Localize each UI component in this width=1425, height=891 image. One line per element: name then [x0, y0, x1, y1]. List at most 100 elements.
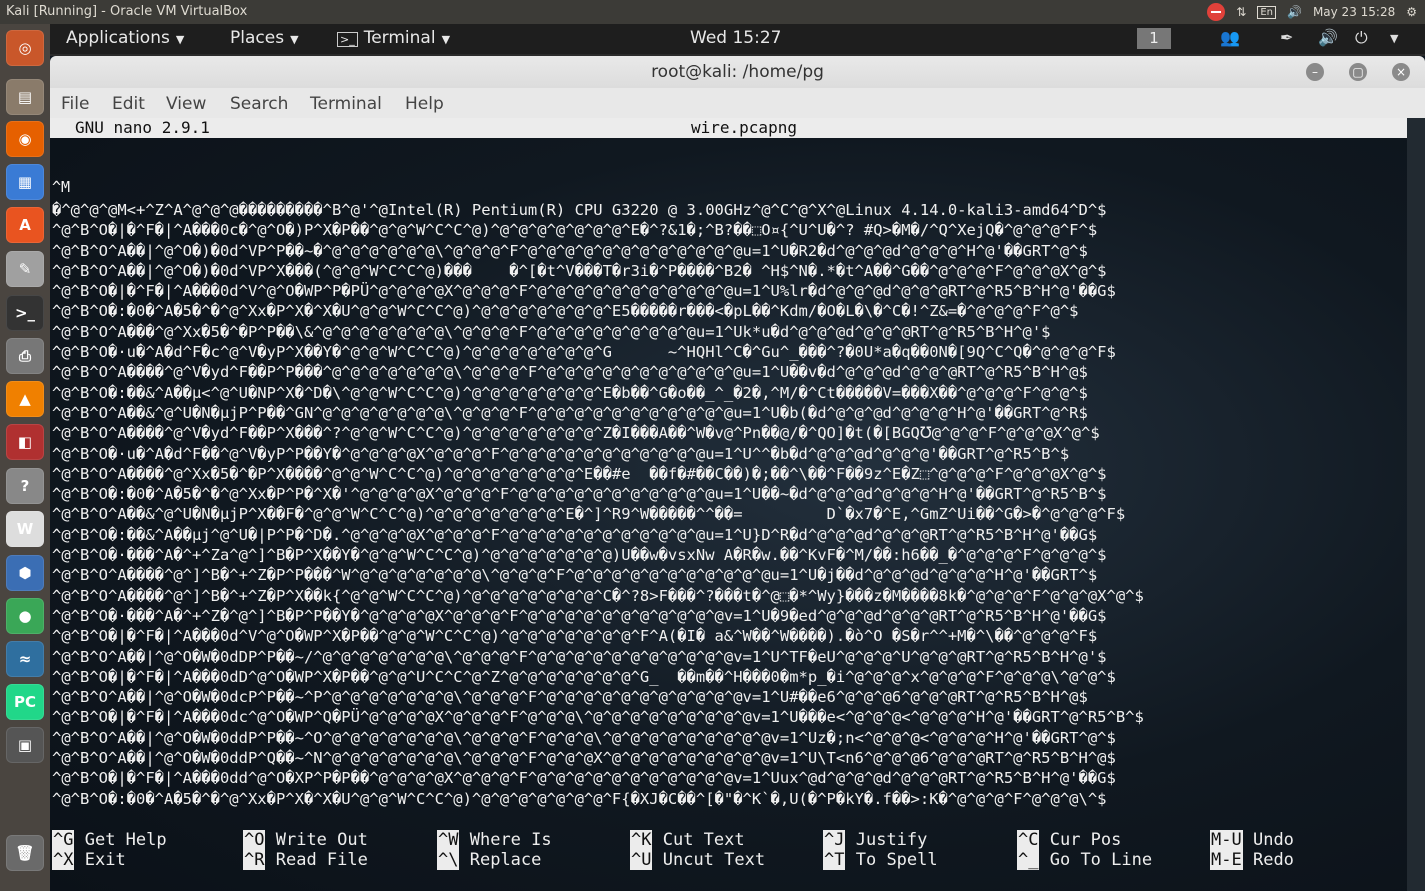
- nano-shortcut[interactable]: ^C Cur Pos: [1017, 830, 1121, 850]
- system-monitor-icon[interactable]: ≈: [6, 641, 44, 677]
- shortcut-key: ^J: [823, 830, 846, 850]
- shortcut-key: ^W: [437, 830, 460, 850]
- shortcut-key: ^\: [437, 850, 460, 870]
- terminal-app-menu[interactable]: >_ Terminal ▼: [337, 28, 450, 48]
- shortcut-key: ^X: [52, 850, 75, 870]
- file-line: ^@^B^O�:��&^A��µ<^@^U�NP^X�^D�\^@^@^W^C^…: [52, 383, 1088, 402]
- menu-file[interactable]: File: [61, 94, 89, 114]
- nano-shortcut[interactable]: ^\ Replace: [437, 850, 541, 870]
- writer-icon[interactable]: W: [6, 511, 44, 547]
- menu-edit[interactable]: Edit: [112, 94, 145, 114]
- host-tray: ⇅ En 🔊 May 23 15:28 ⚙: [1207, 0, 1425, 24]
- host-title-bar: Kali [Running] - Oracle VM VirtualBox ⇅ …: [0, 0, 1425, 24]
- volume-icon[interactable]: 🔊: [1318, 28, 1338, 47]
- gear-icon[interactable]: ⚙: [1406, 5, 1417, 19]
- file-line: ^@^B^O^A����^@^V�yd^F��P^X���^?^@^@^W^C^…: [52, 424, 1100, 443]
- file-line: ^@^B^O�|�^F�|^A���0d^V^@^O�WP^X�P��^@^@^…: [52, 627, 1098, 646]
- trash-icon[interactable]: 🗑: [6, 835, 44, 871]
- shortcut-label: Read File: [275, 850, 368, 870]
- chevron-down-icon: ▼: [290, 33, 299, 46]
- applications-menu[interactable]: Applications ▼: [66, 28, 184, 48]
- shortcut-label: Undo: [1252, 830, 1294, 850]
- file-line: ^@^B^O^A��|^@^O�)�0d^VP^P��~�^@^@^@^@^@^…: [52, 241, 1088, 260]
- nano-shortcut[interactable]: ^X Exit: [52, 850, 126, 870]
- menu-search[interactable]: Search: [230, 94, 288, 114]
- pycharm-icon[interactable]: PC: [6, 684, 44, 720]
- chevron-down-icon[interactable]: ▼: [1390, 32, 1398, 45]
- file-line: ^@^B^O�|�^F�|^A���0dD^@^O�WP^X�P��^@^@^U…: [52, 667, 1116, 686]
- close-button[interactable]: ×: [1392, 63, 1410, 81]
- power-icon[interactable]: ⏻: [1355, 28, 1368, 48]
- volume-icon[interactable]: 🔊: [1287, 5, 1302, 19]
- host-window-title: Kali [Running] - Oracle VM VirtualBox: [6, 4, 248, 19]
- file-line: ^@^B^O^A����^@^V�yd^F��P^P���^@^@^@^@^@^…: [52, 363, 1088, 382]
- nano-shortcut[interactable]: ^W Where Is: [437, 830, 552, 850]
- launcher: ◎ ▤ ◉ ▦ A ✎ >_ ⎙ ▲ ◧? W ⬢ ● ≈ PC ▣ 🗑: [0, 24, 50, 891]
- pdf-reader-icon[interactable]: ◧: [6, 424, 44, 460]
- nano-shortcut[interactable]: ^O Write Out: [243, 830, 368, 850]
- terminal-content[interactable]: GNU nano 2.9.1 wire.pcapng ^M �^@^@^@M<+…: [50, 118, 1407, 891]
- file-line: ^@^B^O^A����^@^]^B�^+^Z�P^X��k{^@^@^W^C^…: [52, 586, 1144, 605]
- shortcut-key: ^T: [823, 850, 846, 870]
- nano-shortcut[interactable]: ^_ Go To Line: [1017, 850, 1152, 870]
- nano-shortcut[interactable]: ^T To Spell: [823, 850, 938, 870]
- shortcut-label: Get Help: [84, 830, 167, 850]
- printer-icon[interactable]: ⎙: [6, 338, 44, 374]
- shortcut-label: Uncut Text: [662, 850, 766, 870]
- terminal-scrollbar[interactable]: [1407, 118, 1425, 891]
- menu-view[interactable]: View: [166, 94, 206, 114]
- nano-shortcut[interactable]: ^R Read File: [243, 850, 368, 870]
- document-viewer-icon[interactable]: ▦: [6, 164, 44, 200]
- network-transfer-icon[interactable]: ⇅: [1236, 5, 1246, 19]
- shortcut-key: M-U: [1210, 830, 1243, 850]
- nano-shortcut[interactable]: ^G Get Help: [52, 830, 167, 850]
- help-icon[interactable]: ?: [6, 468, 44, 504]
- panel-clock[interactable]: Wed 15:27: [690, 28, 781, 48]
- terminal-line: ^M: [52, 178, 71, 196]
- file-line: ^@^B^O�|�^F�|^A���0c�^@^O�)P^X�P��^@^@^W…: [52, 221, 1098, 240]
- files-icon[interactable]: ▤: [6, 79, 44, 115]
- file-line: ^@^B^O�·���^A�^+^Za^@^]^B�P^X��Y�^@^@^W^…: [52, 546, 1107, 565]
- firefox-icon[interactable]: ◉: [6, 121, 44, 157]
- menu-terminal[interactable]: Terminal: [310, 94, 382, 114]
- minimize-button[interactable]: –: [1306, 63, 1324, 81]
- file-line: ^@^B^O�:�0�^A�5�^�^@^Xx�P^X�^X�U^@^@^W^C…: [52, 789, 1107, 808]
- file-line: ^@^B^O�|�^F�|^A���0dc^@^O�WP^Q�PÜ^@^@^@^…: [52, 708, 1144, 727]
- nano-shortcut[interactable]: M-E Redo: [1210, 850, 1294, 870]
- file-content[interactable]: �^@^@^@M<+^Z^A^@^@^@���������^B^@'^@Inte…: [52, 200, 1407, 809]
- shortcut-label: Cut Text: [662, 830, 745, 850]
- file-line: ^@^B^O�·���^A�^+^Z�^@^]^B�P^P��Y�^@^@^@^…: [52, 606, 1107, 625]
- users-icon[interactable]: 👥: [1220, 28, 1240, 47]
- nano-shortcut[interactable]: ^K Cut Text: [630, 830, 745, 850]
- shortcut-label: To Spell: [855, 850, 938, 870]
- nano-shortcut[interactable]: M-U Undo: [1210, 830, 1294, 850]
- chrome-icon[interactable]: ●: [6, 598, 44, 634]
- vlc-icon[interactable]: ▲: [6, 381, 44, 417]
- software-center-icon[interactable]: A: [6, 207, 44, 243]
- terminal-icon[interactable]: >_: [6, 295, 44, 331]
- virtualbox-icon[interactable]: ⬢: [6, 555, 44, 591]
- nano-shortcut[interactable]: ^J Justify: [823, 830, 927, 850]
- video-editor-icon[interactable]: ▣: [6, 727, 44, 763]
- stop-icon[interactable]: [1207, 3, 1226, 21]
- nano-version: GNU nano 2.9.1: [75, 118, 210, 137]
- nano-shortcut[interactable]: ^U Uncut Text: [630, 850, 765, 870]
- window-titlebar[interactable]: root@kali: /home/pg – ▢ ×: [50, 56, 1425, 88]
- file-line: ^@^B^O�·u�^A�d^F�c^@^V�yP^X��Y�^@^@^W^C^…: [52, 343, 1116, 362]
- file-line: ^@^B^O^A��|^@^O�W�0dDP^P��~/^@^@^@^@^@^@…: [52, 647, 1107, 666]
- places-menu[interactable]: Places ▼: [230, 28, 299, 48]
- keyboard-layout-indicator[interactable]: En: [1257, 5, 1276, 19]
- file-line: ^@^B^O^A��&^@^U�N�µjP^X��F�^@^@^W^C^C^@)…: [52, 505, 1126, 524]
- file-line: ^@^B^O^A��|^@^O�)�0d^VP^X���(^@^@^W^C^C^…: [52, 261, 1107, 280]
- host-clock[interactable]: May 23 15:28: [1313, 5, 1395, 19]
- workspace-indicator[interactable]: 1: [1137, 28, 1171, 49]
- maximize-button[interactable]: ▢: [1349, 63, 1367, 81]
- pen-icon[interactable]: ✒: [1280, 28, 1293, 47]
- kali-top-panel: Applications ▼ Places ▼ >_ Terminal ▼ Wed 15…: [50, 24, 1425, 54]
- ubuntu-dash-icon[interactable]: ◎: [6, 30, 44, 66]
- menu-help[interactable]: Help: [405, 94, 444, 114]
- shortcut-key: ^R: [243, 850, 266, 870]
- text-editor-icon[interactable]: ✎: [6, 251, 44, 287]
- shortcut-key: ^C: [1017, 830, 1040, 850]
- nano-shortcut-bar: ^G Get Help ^X Exit ^O Write Out ^R Read Fi…: [50, 830, 1407, 890]
